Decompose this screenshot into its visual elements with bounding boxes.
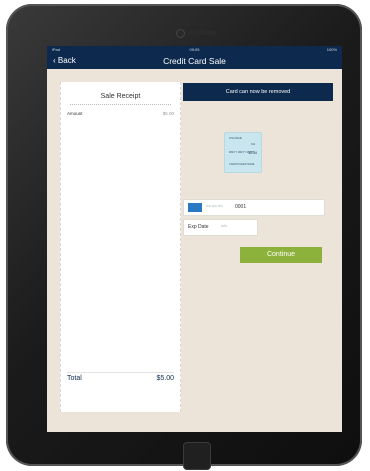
- amex-card-icon: [188, 203, 202, 212]
- total-divider: [67, 372, 174, 373]
- total-value: $5.00: [156, 375, 174, 382]
- exp-date-label: Exp Date: [188, 224, 209, 230]
- camera-icon: [176, 29, 185, 38]
- card-bank: VISA BANK: [229, 137, 243, 140]
- card-image: VISA BANK 012 MM/YY MM/YY MM/YY 1234 CAR…: [224, 132, 262, 173]
- total-label: Total: [67, 375, 82, 382]
- continue-button[interactable]: Continue: [240, 247, 322, 263]
- amount-value: $5.00: [162, 111, 174, 116]
- home-button[interactable]: [183, 442, 211, 470]
- receipt-divider: [70, 104, 171, 105]
- app-screen: iPad 09:05 100% ‹ Back Credit Card Sale …: [47, 46, 342, 432]
- exp-date-value: ••/••: [221, 224, 227, 228]
- card-code: 012: [251, 143, 256, 146]
- card-number: 1234: [248, 150, 257, 155]
- masked-digits: •••• •••• ••••: [206, 204, 223, 208]
- card-holder: CARDHOLDER NAME: [229, 163, 255, 166]
- battery-indicator: 100%: [326, 47, 337, 52]
- exp-date-field[interactable]: Exp Date ••/••: [183, 219, 258, 236]
- receipt-title: Sale Receipt: [100, 93, 141, 100]
- amount-label: Amount: [67, 111, 83, 116]
- speaker-grille: [188, 30, 216, 35]
- receipt-panel: Sale Receipt Amount $5.00 Total $5.00: [60, 82, 181, 412]
- card-last4: 0001: [235, 204, 247, 210]
- page-title: Credit Card Sale: [163, 56, 226, 66]
- card-removal-banner: Card can now be removed: [183, 83, 333, 101]
- navigation-bar: ‹ Back Credit Card Sale: [47, 54, 342, 69]
- status-time: 09:05: [189, 47, 200, 52]
- status-bar: iPad 09:05 100%: [47, 46, 342, 54]
- card-number-field[interactable]: •••• •••• •••• 0001: [183, 199, 325, 216]
